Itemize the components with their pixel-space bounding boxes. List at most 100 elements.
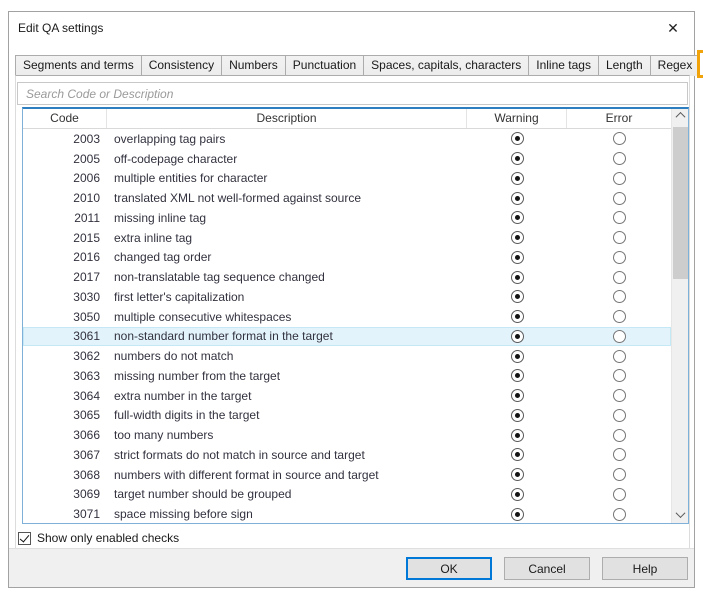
warning-radio[interactable] (511, 468, 524, 481)
tab-punctuation[interactable]: Punctuation (285, 55, 364, 76)
ok-button[interactable]: OK (406, 557, 492, 580)
search-input[interactable] (17, 82, 688, 105)
footer-bar: OK Cancel Help (9, 548, 694, 587)
table-row[interactable]: 2005 off-codepage character (23, 149, 671, 169)
row-description: strict formats do not match in source an… (107, 448, 467, 462)
warning-radio[interactable] (511, 290, 524, 303)
warning-radio[interactable] (511, 350, 524, 363)
tab-numbers[interactable]: Numbers (221, 55, 286, 76)
table-row[interactable]: 2017 non-translatable tag sequence chang… (23, 267, 671, 287)
help-button[interactable]: Help (602, 557, 688, 580)
tab-strip: Segments and terms Consistency Numbers P… (15, 52, 688, 76)
error-radio[interactable] (613, 448, 626, 461)
cancel-button[interactable]: Cancel (504, 557, 590, 580)
tab-segments-and-terms[interactable]: Segments and terms (15, 55, 142, 76)
table-row[interactable]: 3069 target number should be grouped (23, 485, 671, 505)
table-row[interactable]: 3068 numbers with different format in so… (23, 465, 671, 485)
table-row[interactable]: 2011 missing inline tag (23, 208, 671, 228)
warning-radio[interactable] (511, 192, 524, 205)
row-code: 2011 (23, 211, 107, 225)
error-radio[interactable] (613, 369, 626, 382)
row-description: multiple consecutive whitespaces (107, 310, 467, 324)
column-header-error[interactable]: Error (567, 109, 671, 128)
tab-length[interactable]: Length (598, 55, 651, 76)
table-row[interactable]: 3067 strict formats do not match in sour… (23, 445, 671, 465)
warning-radio[interactable] (511, 132, 524, 145)
error-radio[interactable] (613, 231, 626, 244)
error-radio[interactable] (613, 468, 626, 481)
error-radio[interactable] (613, 152, 626, 165)
table-row[interactable]: 2006 multiple entities for character (23, 169, 671, 189)
vertical-scrollbar[interactable] (671, 107, 688, 523)
table-row[interactable]: 3066 too many numbers (23, 425, 671, 445)
error-radio[interactable] (613, 389, 626, 402)
table-row[interactable]: 3065 full-width digits in the target (23, 406, 671, 426)
close-button[interactable]: ✕ (658, 16, 688, 40)
tab-severity[interactable]: Severity (699, 52, 703, 76)
table-row[interactable]: 3061 non-standard number format in the t… (23, 327, 671, 347)
scrollbar-down-button[interactable] (672, 506, 689, 523)
row-code: 3068 (23, 468, 107, 482)
error-radio[interactable] (613, 290, 626, 303)
table-row[interactable]: 2010 translated XML not well-formed agai… (23, 188, 671, 208)
scrollbar-thumb[interactable] (673, 127, 688, 279)
table-header: Code Description Warning Error (23, 109, 688, 129)
scrollbar-up-button[interactable] (672, 107, 689, 124)
error-radio[interactable] (613, 429, 626, 442)
table-row[interactable]: 3071 space missing before sign (23, 504, 671, 524)
table-row[interactable]: 2003 overlapping tag pairs (23, 129, 671, 149)
column-header-warning[interactable]: Warning (467, 109, 567, 128)
tab-regex[interactable]: Regex (650, 55, 701, 76)
column-header-description[interactable]: Description (107, 109, 467, 128)
warning-radio[interactable] (511, 389, 524, 402)
error-radio[interactable] (613, 251, 626, 264)
row-description: first letter's capitalization (107, 290, 467, 304)
warning-radio[interactable] (511, 429, 524, 442)
table-row[interactable]: 3050 multiple consecutive whitespaces (23, 307, 671, 327)
warning-radio[interactable] (511, 488, 524, 501)
warning-radio[interactable] (511, 251, 524, 264)
warning-radio[interactable] (511, 369, 524, 382)
error-radio[interactable] (613, 508, 626, 521)
warning-radio[interactable] (511, 409, 524, 422)
error-radio[interactable] (613, 488, 626, 501)
error-radio[interactable] (613, 172, 626, 185)
error-radio[interactable] (613, 192, 626, 205)
error-radio[interactable] (613, 409, 626, 422)
table-row[interactable]: 3064 extra number in the target (23, 386, 671, 406)
row-code: 3050 (23, 310, 107, 324)
row-code: 3063 (23, 369, 107, 383)
table-row[interactable]: 3030 first letter's capitalization (23, 287, 671, 307)
show-only-enabled-checkbox[interactable] (18, 532, 31, 545)
warning-radio[interactable] (511, 152, 524, 165)
warning-radio[interactable] (511, 211, 524, 224)
warning-radio[interactable] (511, 508, 524, 521)
warning-radio[interactable] (511, 448, 524, 461)
tab-inline-tags[interactable]: Inline tags (528, 55, 599, 76)
table-row[interactable]: 3062 numbers do not match (23, 346, 671, 366)
table-row[interactable]: 3063 missing number from the target (23, 366, 671, 386)
column-header-code[interactable]: Code (23, 109, 107, 128)
table-row[interactable]: 2015 extra inline tag (23, 228, 671, 248)
tab-label: Spaces, capitals, characters (371, 58, 521, 72)
error-radio[interactable] (613, 271, 626, 284)
error-radio[interactable] (613, 132, 626, 145)
table-row[interactable]: 2016 changed tag order (23, 248, 671, 268)
error-radio[interactable] (613, 330, 626, 343)
tab-spaces-capitals-characters[interactable]: Spaces, capitals, characters (363, 55, 529, 76)
row-code: 3061 (23, 329, 107, 343)
warning-radio[interactable] (511, 271, 524, 284)
error-radio[interactable] (613, 310, 626, 323)
warning-radio[interactable] (511, 231, 524, 244)
row-description: space missing before sign (107, 507, 467, 521)
row-description: changed tag order (107, 250, 467, 264)
error-radio[interactable] (613, 211, 626, 224)
tab-consistency[interactable]: Consistency (141, 55, 222, 76)
edit-qa-settings-dialog: Edit QA settings ✕ Segments and terms Co… (8, 11, 695, 588)
error-radio[interactable] (613, 350, 626, 363)
row-description: numbers do not match (107, 349, 467, 363)
warning-radio[interactable] (511, 310, 524, 323)
row-description: target number should be grouped (107, 487, 467, 501)
warning-radio[interactable] (511, 172, 524, 185)
warning-radio[interactable] (511, 330, 524, 343)
